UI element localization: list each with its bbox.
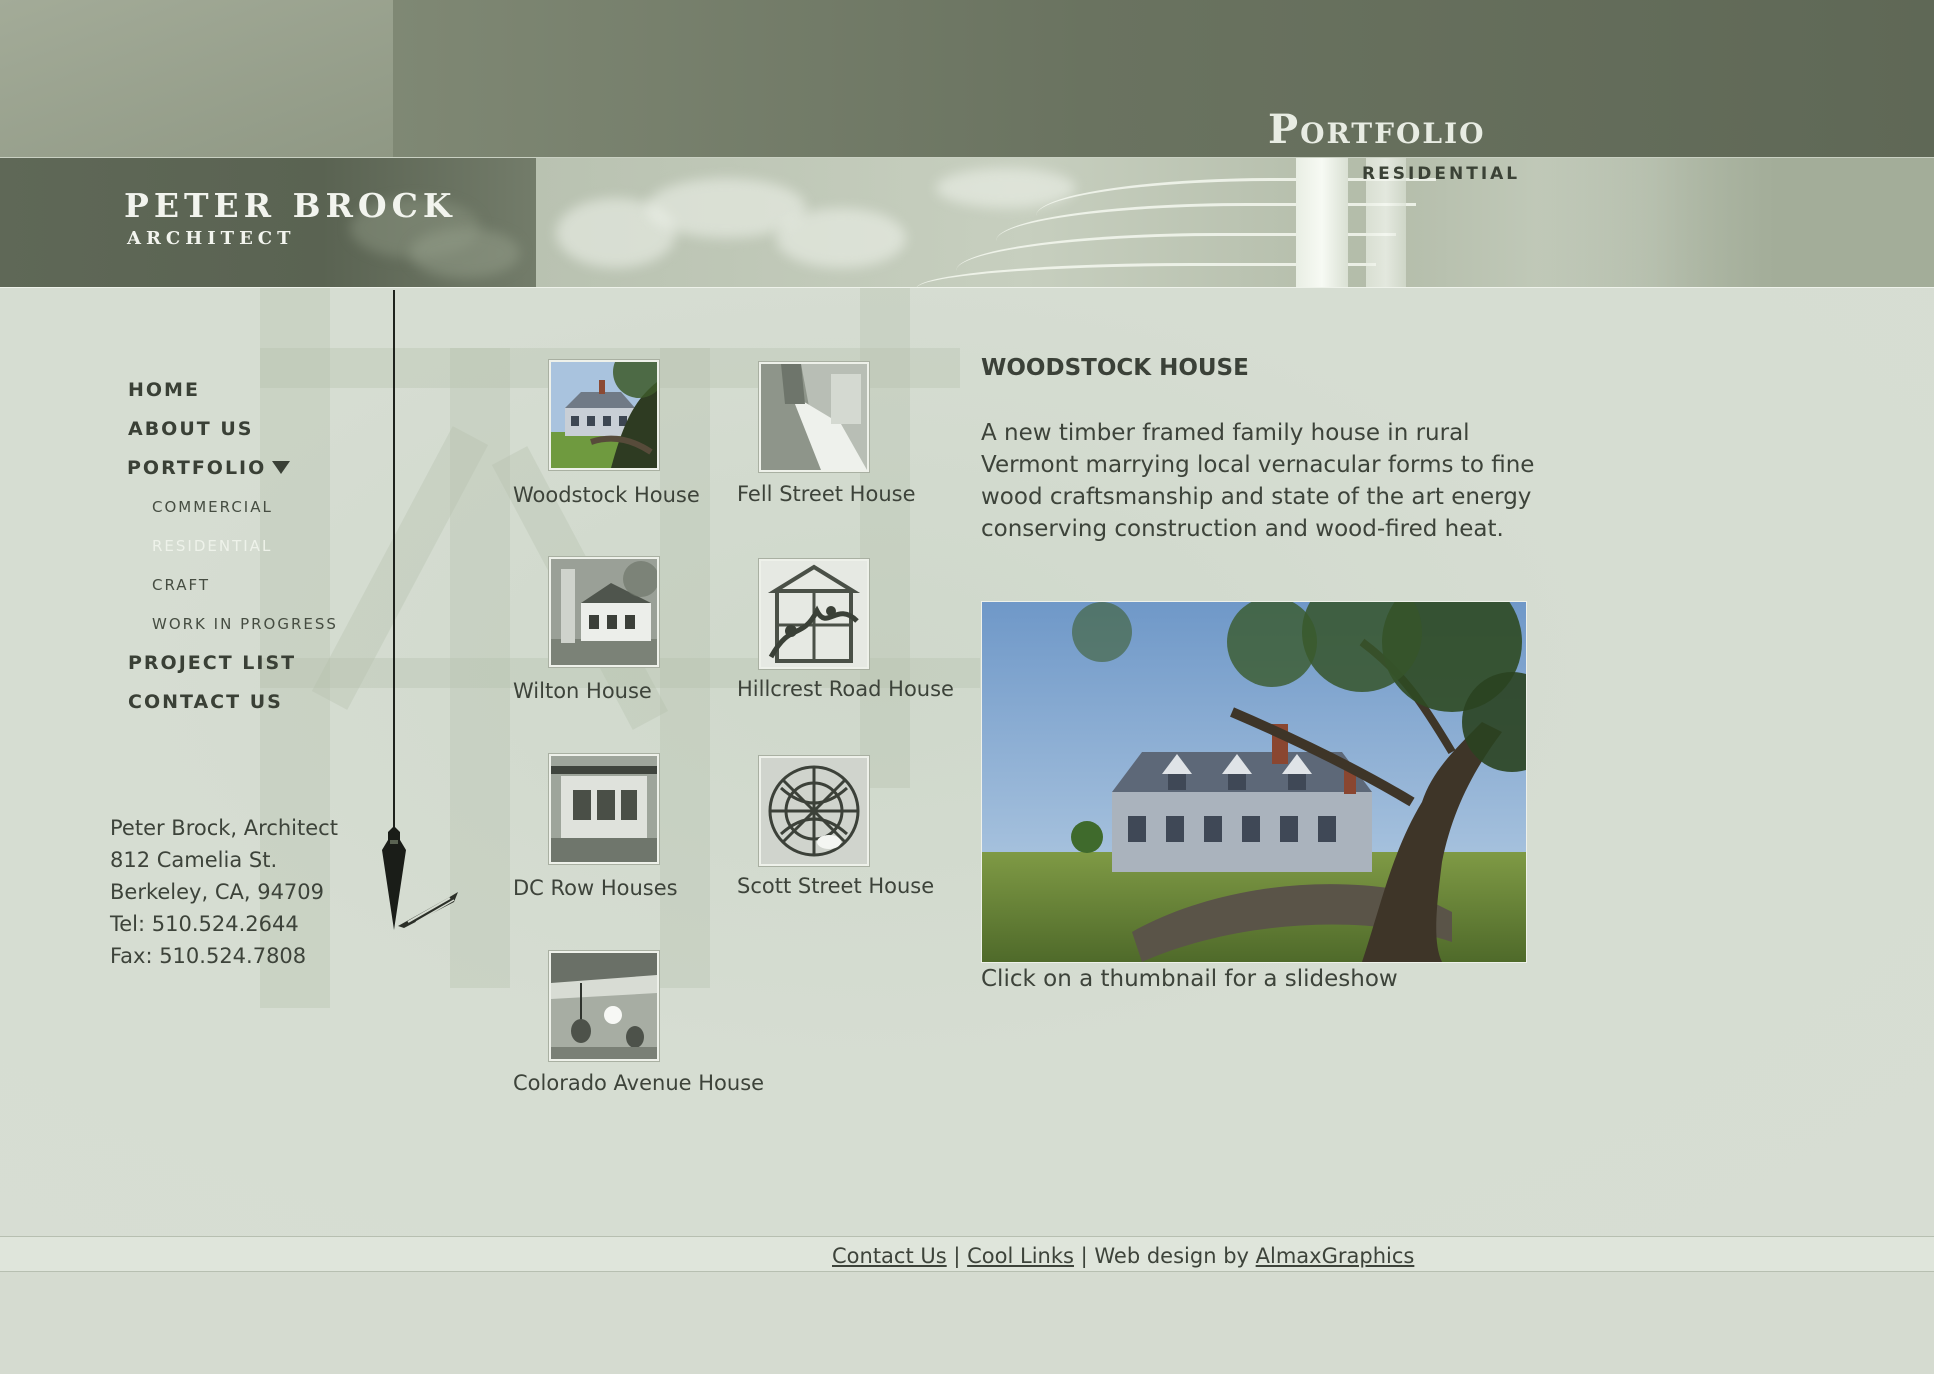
thumb-label-scott-street[interactable]: Scott Street House [737,874,934,898]
thumb-fell-street-house[interactable] [759,362,869,472]
contact-address: Peter Brock, Architect 812 Camelia St. B… [110,812,338,972]
brand-name[interactable]: Peter Brock [124,186,457,225]
thumb-dc-row-houses[interactable] [549,754,659,864]
project-feature-photo[interactable] [981,601,1527,963]
thumb-label-hillcrest[interactable]: Hillcrest Road House [737,677,954,701]
nav-portfolio[interactable]: PORTFOLIO [127,456,338,495]
thumb-colorado-avenue-house[interactable] [549,951,659,1061]
thumb-label-dc-row[interactable]: DC Row Houses [513,876,678,900]
footer-separator: | [946,1244,968,1268]
page-subtitle: Residential [1362,164,1521,184]
wilton-thumbnail-image [551,559,657,665]
address-phone: Tel: 510.524.2644 [110,912,299,936]
page-title: Portfolio [1268,106,1486,153]
colorado-thumbnail-image [551,953,657,1059]
address-fax: Fax: 510.524.7808 [110,944,307,968]
scott-street-thumbnail-image [761,758,867,864]
nav-about-us[interactable]: ABOUT US [128,417,338,456]
nav-residential[interactable]: RESIDENTIAL [152,534,338,573]
footer-design-credit: | Web design by [1073,1244,1256,1268]
slideshow-hint: Click on a thumbnail for a slideshow [981,966,1398,992]
nav-commercial[interactable]: COMMERCIAL [152,495,338,534]
brand-subtitle: Architect [127,228,296,249]
footer-contact-link[interactable]: Contact Us [832,1244,947,1268]
header-divider [0,157,1934,158]
nav-work-in-progress[interactable]: WORK IN PROGRESS [152,612,338,651]
dc-row-thumbnail-image [551,756,657,862]
header-photo-banner [536,158,1934,288]
fell-street-thumbnail-image [761,364,867,470]
triangle-down-icon [272,461,291,474]
header-top-left [0,0,393,158]
project-description: A new timber framed family house in rura… [981,420,1535,542]
nav-contact-us[interactable]: CONTACT US [128,690,338,729]
footer-cool-links[interactable]: Cool Links [967,1244,1074,1268]
nav-project-list[interactable]: PROJECT LIST [128,651,338,690]
footer-links: Contact Us | Cool Links | Web design by … [832,1244,1414,1268]
main-nav: HOME ABOUT US PORTFOLIO COMMERCIAL RESID… [127,378,338,729]
address-name: Peter Brock, Architect [110,816,338,840]
header-top-right [393,0,1934,158]
woodstock-house-photo [982,602,1526,962]
nav-home[interactable]: HOME [128,378,338,417]
project-title: WOODSTOCK HOUSE [981,355,1249,381]
pencil-icon [398,892,458,928]
plumb-line [393,290,395,830]
thumb-wilton-house[interactable] [549,557,659,667]
thumb-label-woodstock[interactable]: Woodstock House [513,483,700,507]
nav-craft[interactable]: CRAFT [152,573,338,612]
address-city: Berkeley, CA, 94709 [110,880,325,904]
thumb-label-fell-street[interactable]: Fell Street House [737,482,916,506]
thumb-label-wilton[interactable]: Wilton House [513,679,652,703]
footer-designer-link[interactable]: AlmaxGraphics [1256,1244,1415,1268]
thumb-scott-street-house[interactable] [759,756,869,866]
hillcrest-thumbnail-image [761,561,867,667]
thumb-hillcrest-road-house[interactable] [759,559,869,669]
thumb-woodstock-house[interactable] [549,360,659,470]
woodstock-thumbnail-image [551,362,657,468]
address-street: 812 Camelia St. [110,848,278,872]
thumb-label-colorado[interactable]: Colorado Avenue House [513,1071,764,1095]
nav-portfolio-label: PORTFOLIO [127,457,267,479]
